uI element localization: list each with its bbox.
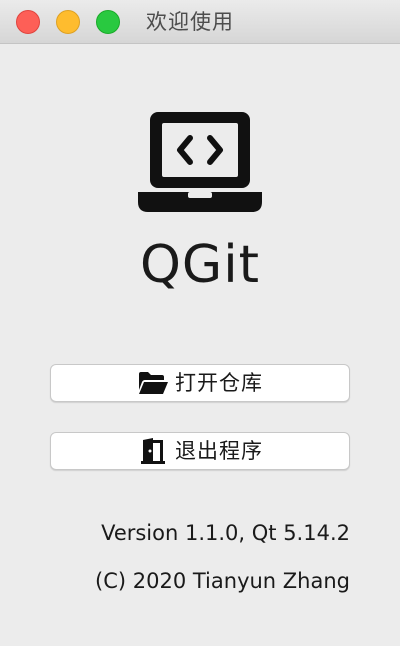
app-name: QGit bbox=[139, 235, 261, 295]
exit-button[interactable]: 退出程序 bbox=[50, 432, 350, 470]
door-exit-icon bbox=[141, 438, 165, 464]
close-window-button[interactable] bbox=[16, 10, 40, 34]
copyright-text: (C) 2020 Tianyun Zhang bbox=[95, 569, 350, 593]
folder-open-icon bbox=[139, 372, 168, 394]
version-text: Version 1.1.0, Qt 5.14.2 bbox=[101, 521, 350, 545]
maximize-window-button[interactable] bbox=[96, 10, 120, 34]
open-repository-label: 打开仓库 bbox=[175, 371, 263, 395]
exit-label: 退出程序 bbox=[175, 439, 263, 463]
welcome-window: 欢迎使用 QGit 打开仓库 退出程序 Version 1.1.0, Qt 5.… bbox=[0, 0, 400, 646]
minimize-window-button[interactable] bbox=[56, 10, 80, 34]
open-repository-button[interactable]: 打开仓库 bbox=[50, 364, 350, 402]
window-title: 欢迎使用 bbox=[146, 10, 234, 34]
laptop-code-icon bbox=[138, 112, 262, 212]
title-bar[interactable]: 欢迎使用 bbox=[0, 0, 400, 44]
